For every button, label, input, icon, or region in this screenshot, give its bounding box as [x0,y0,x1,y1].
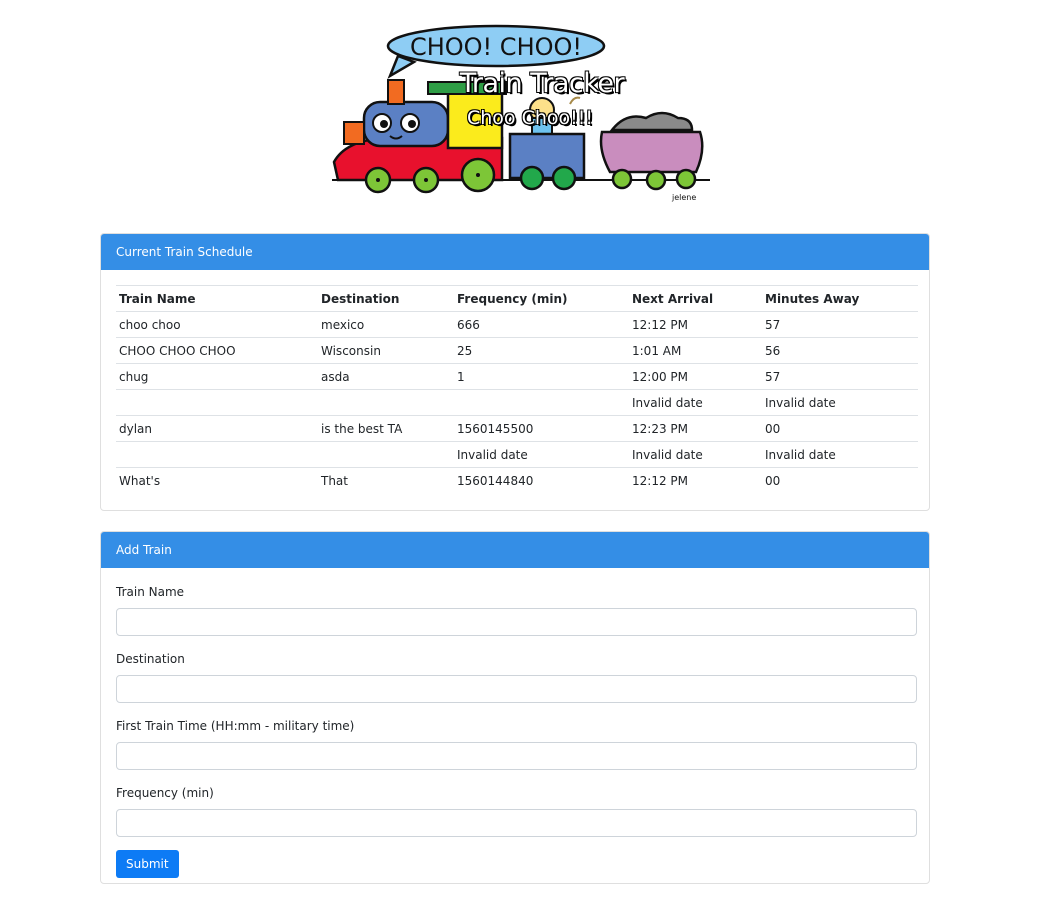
table-row: choo choo mexico 666 12:12 PM 57 [116,311,918,338]
cell-minutes-away: Invalid date [762,441,918,468]
cell-frequency: 25 [454,337,629,364]
table-row: chug asda 1 12:00 PM 57 [116,363,918,390]
schedule-table: Train Name Destination Frequency (min) N… [116,285,918,493]
table-header-row: Train Name Destination Frequency (min) N… [116,285,918,312]
col-destination: Destination [318,285,454,312]
cell-next-arrival: 12:23 PM [629,415,762,442]
add-train-card-header: Add Train [101,532,929,568]
schedule-card: Current Train Schedule Train Name Destin… [100,233,930,511]
cell-frequency: Invalid date [454,441,629,468]
cell-frequency [454,389,629,416]
cell-train-name: choo choo [116,311,318,338]
cell-destination: Wisconsin [318,337,454,364]
cell-next-arrival: Invalid date [629,389,762,416]
cell-destination [318,389,454,416]
cell-destination: mexico [318,311,454,338]
first-train-time-label: First Train Time (HH:mm - military time) [116,719,355,733]
cell-minutes-away: 00 [762,415,918,442]
cell-frequency: 1560144840 [454,467,629,493]
table-row: CHOO CHOO CHOO Wisconsin 25 1:01 AM 56 [116,337,918,364]
train-name-label: Train Name [116,585,185,599]
cell-train-name [116,389,318,416]
cell-train-name [116,441,318,468]
col-train-name: Train Name [116,285,318,312]
col-next-arrival: Next Arrival [629,285,762,312]
cell-next-arrival: 1:01 AM [629,337,762,364]
cell-destination: That [318,467,454,493]
cell-minutes-away: 57 [762,363,918,390]
table-row: Invalid date Invalid date Invalid date [116,441,918,468]
cell-minutes-away: 56 [762,337,918,364]
cell-destination: asda [318,363,454,390]
cell-destination [318,441,454,468]
first-train-time-input[interactable] [116,742,917,770]
frequency-label: Frequency (min) [116,786,214,800]
cell-frequency: 1560145500 [454,415,629,442]
cell-minutes-away: Invalid date [762,389,918,416]
cell-minutes-away: 00 [762,467,918,493]
cell-minutes-away: 57 [762,311,918,338]
table-row: Invalid date Invalid date [116,389,918,416]
destination-input[interactable] [116,675,917,703]
cell-train-name: chug [116,363,318,390]
add-train-form: Train Name Destination First Train Time … [101,568,929,878]
schedule-card-header: Current Train Schedule [101,234,929,270]
cell-train-name: What's [116,467,318,493]
cell-destination: is the best TA [318,415,454,442]
cell-next-arrival: 12:00 PM [629,363,762,390]
table-row: dylan is the best TA 1560145500 12:23 PM… [116,415,918,442]
page-title: Train Tracker [459,68,625,99]
cell-next-arrival: 12:12 PM [629,311,762,338]
cell-next-arrival: Invalid date [629,441,762,468]
cell-next-arrival: 12:12 PM [629,467,762,493]
add-train-card: Add Train Train Name Destination First T… [100,531,930,884]
submit-button[interactable]: Submit [116,850,179,878]
cell-train-name: CHOO CHOO CHOO [116,337,318,364]
hero-illustration: CHOO! CHOO! jelene Train Tracker Choo Ch… [326,20,710,210]
signature: jelene [671,193,696,202]
page-subtitle: Choo Choo!!! [466,107,593,129]
table-row: What's That 1560144840 12:12 PM 00 [116,467,918,493]
destination-label: Destination [116,652,185,666]
cell-frequency: 666 [454,311,629,338]
cell-frequency: 1 [454,363,629,390]
bubble-text: CHOO! CHOO! [410,33,582,61]
col-frequency: Frequency (min) [454,285,629,312]
frequency-input[interactable] [116,809,917,837]
train-name-input[interactable] [116,608,917,636]
cell-train-name: dylan [116,415,318,442]
col-minutes-away: Minutes Away [762,285,918,312]
